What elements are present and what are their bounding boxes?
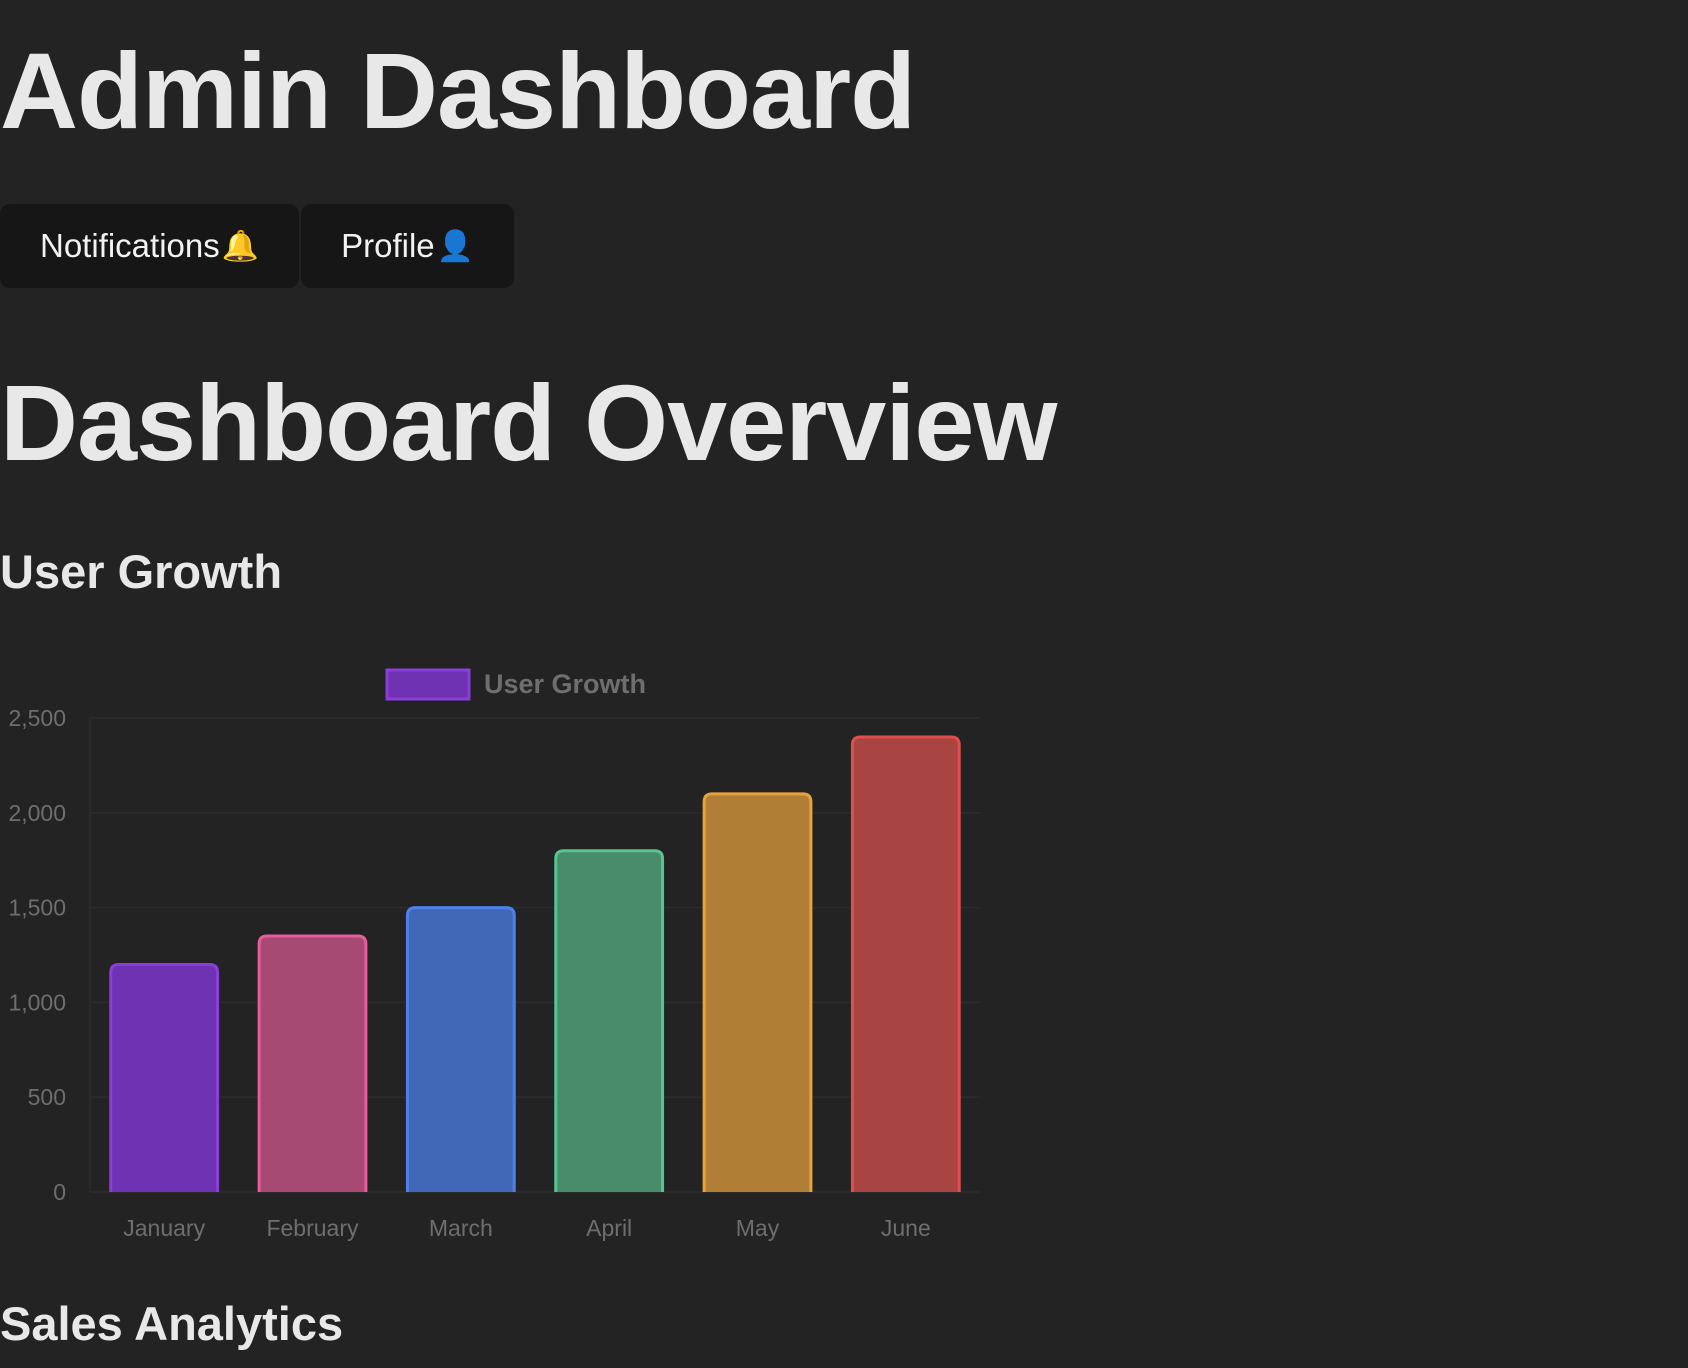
- user-growth-chart-svg: 0 500 1,000 1,500 2,000 2,500 January February M…: [8, 668, 980, 1241]
- section-title-sales-analytics: Sales Analytics: [0, 1297, 344, 1350]
- notifications-button[interactable]: Notifications 🔔: [0, 204, 300, 288]
- x-tick-label: January: [123, 1215, 205, 1241]
- y-tick-label: 2,000: [8, 800, 66, 826]
- page-title: Dashboard Overview: [0, 362, 1057, 483]
- user-growth-chart: 0 500 1,000 1,500 2,000 2,500 January February M…: [0, 650, 1000, 1260]
- header-toolbar: Notifications 🔔 Profile 👤: [0, 204, 515, 288]
- x-tick-label: March: [429, 1215, 493, 1241]
- bar: [704, 793, 811, 1192]
- y-tick-label: 1,500: [8, 895, 66, 921]
- app-title: Admin Dashboard: [0, 30, 916, 151]
- bar: [852, 736, 960, 1192]
- notifications-button-label: Notifications: [40, 227, 220, 264]
- x-tick-label: February: [266, 1215, 359, 1241]
- y-tick-label: 2,500: [8, 705, 66, 731]
- x-tick-label: June: [881, 1215, 931, 1241]
- legend-label: User Growth: [484, 669, 646, 699]
- profile-button[interactable]: Profile 👤: [301, 204, 515, 288]
- y-tick-label: 500: [28, 1084, 66, 1110]
- y-tick-label: 1,000: [8, 989, 66, 1015]
- legend-swatch: [385, 668, 471, 701]
- profile-button-label: Profile: [341, 227, 435, 264]
- y-tick-label: 0: [53, 1179, 66, 1205]
- user-icon: 👤: [436, 229, 475, 263]
- x-tick-label: April: [586, 1215, 632, 1241]
- section-title-user-growth: User Growth: [0, 545, 283, 598]
- x-tick-label: May: [736, 1215, 780, 1241]
- bar: [407, 907, 515, 1192]
- bell-icon: 🔔: [221, 229, 260, 263]
- bar: [110, 964, 218, 1192]
- bar: [259, 936, 366, 1192]
- bar: [555, 850, 663, 1192]
